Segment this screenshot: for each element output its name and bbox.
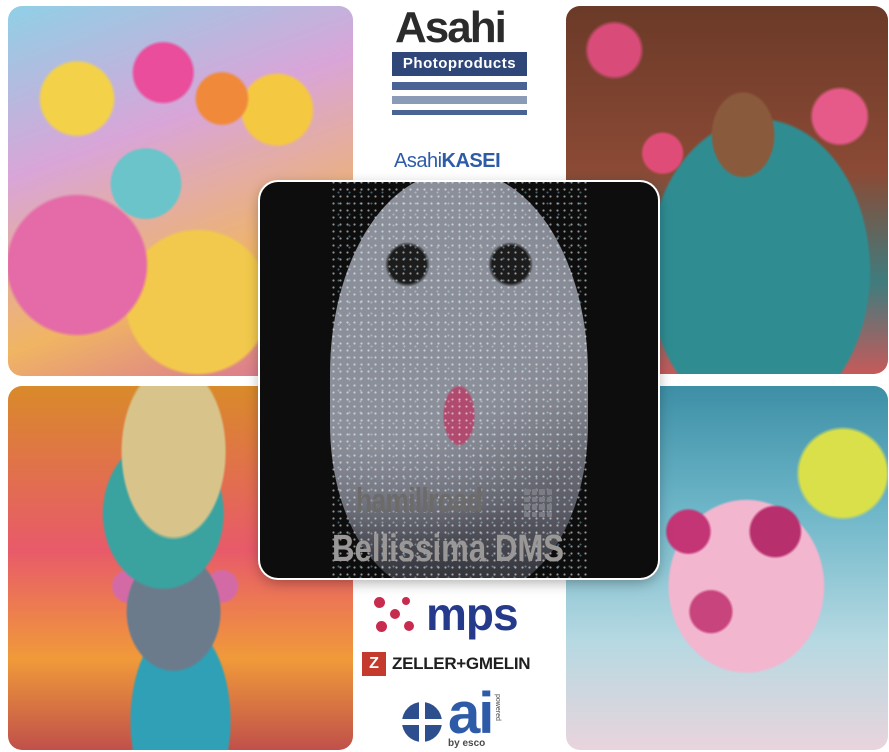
crosshair-circle-icon <box>402 702 442 742</box>
ai-powered-label: powered <box>494 694 501 721</box>
mps-logo: mps <box>372 588 519 640</box>
photoproducts-banner: Photoproducts <box>392 52 527 76</box>
glitter-face-photo: hamillroad Bellissima DMS <box>260 182 658 578</box>
mps-dots-icon <box>372 591 422 637</box>
ai-wordmark: ai <box>448 681 494 746</box>
asahi-photoproducts-logo: Asahi Photoproducts <box>392 6 527 115</box>
hamillroad-wordmark: hamillroad <box>356 482 483 520</box>
mps-wordmark: mps <box>426 588 519 640</box>
asahi-stripe <box>392 82 527 90</box>
ai-esco-logo: ai powered by esco <box>402 681 501 752</box>
bellissima-dms-title: Bellissima DMS <box>332 528 565 570</box>
by-esco-label: by esco <box>448 738 486 749</box>
asahi-kasei-part2: KASEI <box>441 150 501 172</box>
zeller-gmelin-logo: Z ZELLER+GMELIN <box>362 652 531 676</box>
asahi-kasei-part1: Asahi <box>394 150 442 172</box>
asahi-stripe <box>392 96 527 104</box>
asahi-stripe <box>392 110 527 115</box>
zeller-gmelin-wordmark: ZELLER+GMELIN <box>392 654 531 673</box>
asahi-wordmark: Asahi <box>395 3 507 52</box>
hamillroad-dots-icon <box>524 489 552 517</box>
asahi-kasei-logo: AsahiKASEI <box>394 150 501 173</box>
zeller-gmelin-icon: Z <box>362 652 386 676</box>
